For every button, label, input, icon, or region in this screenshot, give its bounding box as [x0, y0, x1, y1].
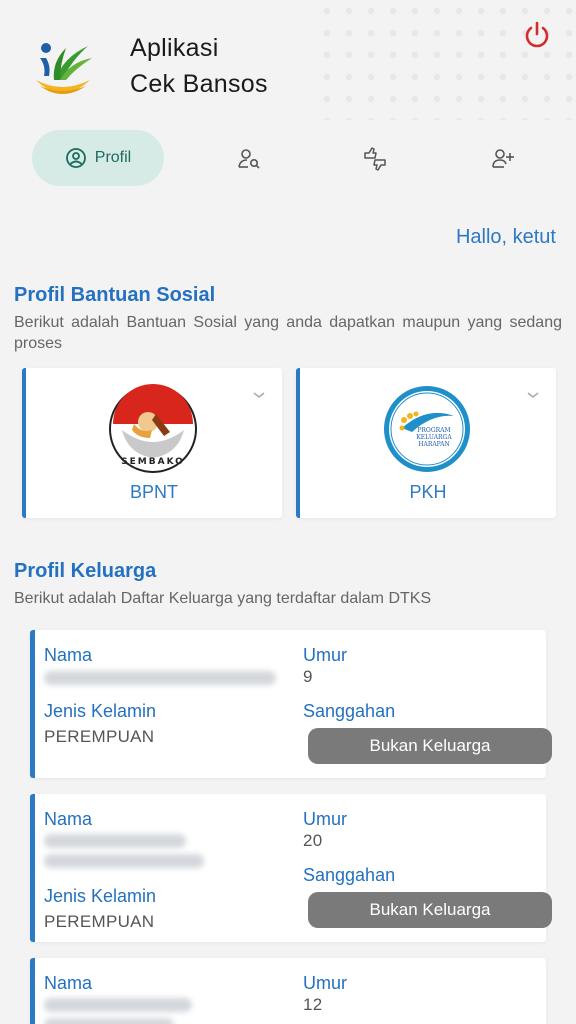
label-umur: Umur: [303, 973, 347, 993]
chevron-down-icon[interactable]: [526, 390, 540, 400]
program-card-bpnt[interactable]: SEMBAKO BPNT: [22, 368, 282, 518]
family-member-card: Nama Umur 20 Jenis Kelamin PEREMPUAN San…: [30, 794, 552, 942]
app-title: Aplikasi Cek Bansos: [130, 30, 268, 102]
redacted-name: [44, 998, 192, 1012]
user-add-icon[interactable]: [490, 146, 516, 172]
tab-profil[interactable]: Profil: [32, 130, 164, 186]
keluarga-title: Profil Keluarga: [14, 560, 157, 582]
svg-text:KELUARGA: KELUARGA: [416, 434, 452, 441]
keluarga-description: Berikut adalah Daftar Keluarga yang terd…: [14, 590, 432, 607]
app-title-line1: Aplikasi: [130, 34, 219, 62]
redacted-name: [44, 854, 204, 868]
nav-tabs: Profil: [32, 130, 542, 186]
pkh-logo: PROGRAM KELUARGA HARAPAN: [384, 386, 470, 472]
label-jenis-kelamin: Jenis Kelamin: [44, 886, 157, 906]
value-jenis-kelamin: PEREMPUAN: [44, 727, 155, 746]
app-logo: [36, 43, 92, 94]
label-umur: Umur: [303, 809, 347, 829]
bansos-title: Profil Bantuan Sosial: [14, 284, 216, 306]
app-header: Aplikasi Cek Bansos: [32, 21, 552, 108]
program-name-pkh: PKH: [409, 482, 447, 502]
thumbs-swap-icon[interactable]: [362, 146, 388, 172]
redacted-name: [44, 671, 276, 685]
family-member-card: Nama Umur 12: [30, 958, 546, 1024]
chevron-down-icon[interactable]: [252, 390, 266, 400]
svg-text:PROGRAM: PROGRAM: [417, 427, 450, 434]
app-title-line2: Cek Bansos: [130, 70, 268, 98]
value-umur: 20: [303, 831, 323, 850]
label-jenis-kelamin: Jenis Kelamin: [44, 701, 157, 721]
value-jenis-kelamin: PEREMPUAN: [44, 912, 155, 931]
family-member-card: Nama Umur 9 Jenis Kelamin PEREMPUAN Sang…: [30, 630, 552, 778]
greeting-text: Hallo, ketut: [455, 226, 556, 248]
tab-profil-label: Profil: [94, 149, 132, 166]
program-card-pkh[interactable]: PROGRAM KELUARGA HARAPAN PKH: [296, 368, 556, 518]
value-umur: 12: [303, 995, 323, 1014]
label-nama: Nama: [44, 809, 93, 829]
svg-text:HARAPAN: HARAPAN: [418, 441, 450, 448]
program-name-bpnt: BPNT: [129, 482, 178, 502]
redacted-name: [44, 834, 186, 848]
label-sanggahan: Sanggahan: [303, 701, 396, 721]
redacted-name: [44, 1018, 174, 1024]
value-umur: 9: [303, 667, 313, 686]
user-search-icon[interactable]: [236, 146, 262, 172]
bukan-keluarga-button[interactable]: Bukan Keluarga: [308, 892, 552, 928]
label-umur: Umur: [303, 645, 347, 665]
bukan-keluarga-button[interactable]: Bukan Keluarga: [308, 728, 552, 764]
sembako-logo: SEMBAKO: [109, 384, 197, 473]
user-circle-icon: [65, 148, 86, 168]
sembako-logo-text: SEMBAKO: [121, 457, 185, 467]
label-nama: Nama: [44, 645, 93, 665]
label-nama: Nama: [44, 973, 93, 993]
bansos-description: Berikut adalah Bantuan Sosial yang anda …: [14, 314, 562, 352]
power-icon[interactable]: [522, 20, 552, 50]
label-sanggahan: Sanggahan: [303, 865, 396, 885]
